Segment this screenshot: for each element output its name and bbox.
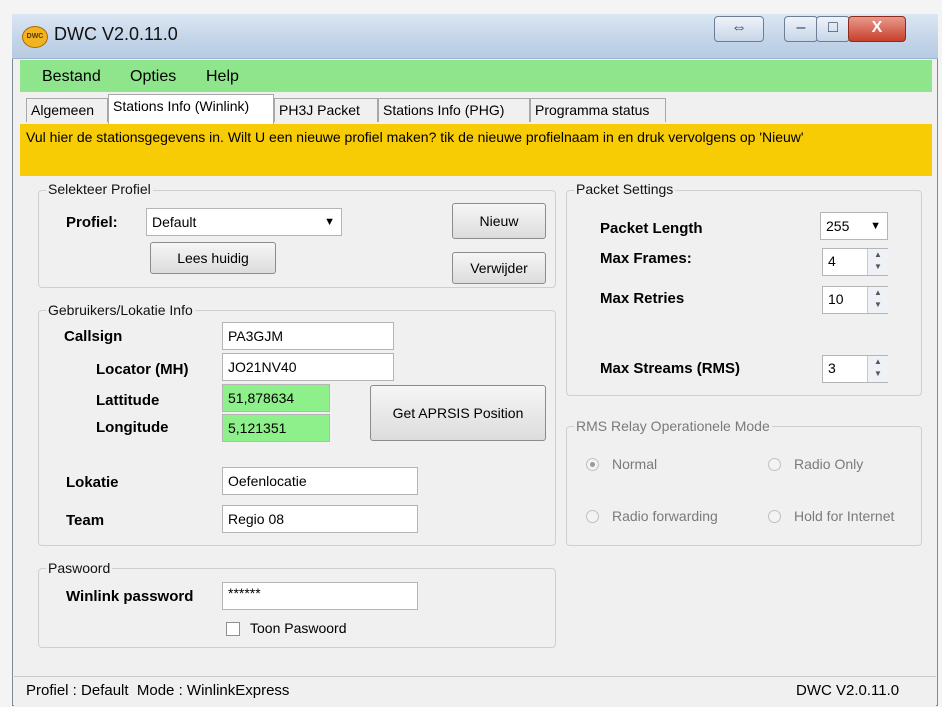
winlink-password-label: Winlink password [66, 588, 194, 605]
menu-help[interactable]: Help [206, 68, 239, 86]
user-location-group-label: Gebruikers/Lokatie Info [46, 302, 195, 318]
app-logo-icon: DWC [22, 26, 48, 48]
tab-ph3j-packet[interactable]: PH3J Packet [274, 98, 378, 122]
get-aprsis-position-button[interactable]: Get APRSIS Position [370, 385, 546, 441]
max-retries-label: Max Retries [600, 290, 685, 307]
packet-length-select[interactable]: 255 ▼ [820, 212, 888, 240]
max-retries-value: 10 [828, 291, 844, 307]
password-group-label: Paswoord [46, 560, 113, 576]
longitude-field[interactable]: 5,121351 [222, 414, 330, 442]
stepper-arrows-icon[interactable]: ▲ ▼ [867, 287, 888, 313]
packet-settings-group-label: Packet Settings [574, 181, 676, 197]
callsign-field[interactable]: PA3GJM [222, 322, 394, 350]
show-password-checkbox[interactable] [226, 622, 240, 636]
radio-hold-for-internet-label: Hold for Internet [794, 508, 895, 524]
info-banner-text: Vul hier de stationsgegevens in. Wilt U … [26, 129, 804, 145]
chevron-down-icon: ▼ [324, 216, 335, 228]
delete-profile-button[interactable]: Verwijder [452, 252, 546, 284]
window-title: DWC V2.0.11.0 [54, 24, 178, 44]
radio-radio-only-label: Radio Only [794, 456, 864, 472]
location-field[interactable]: Oefenlocatie [222, 467, 418, 495]
max-streams-value: 3 [828, 360, 836, 376]
longitude-label: Longitude [96, 419, 169, 436]
max-frames-value: 4 [828, 253, 836, 269]
close-button[interactable]: X [848, 16, 906, 42]
latitude-field[interactable]: 51,878634 [222, 384, 330, 412]
team-label: Team [66, 512, 105, 529]
location-label: Lokatie [66, 474, 119, 491]
tab-algemeen[interactable]: Algemeen [26, 98, 108, 122]
profile-label: Profiel: [66, 214, 118, 231]
locator-label: Locator (MH) [96, 361, 189, 378]
profile-select-value: Default [152, 214, 197, 230]
rms-relay-group-label: RMS Relay Operationele Mode [574, 418, 772, 434]
read-current-button[interactable]: Lees huidig [150, 242, 276, 274]
latitude-label: Lattitude [96, 392, 160, 409]
show-password-label: Toon Paswoord [250, 620, 347, 636]
resize-arrows-icon[interactable]: ⇔ [714, 16, 764, 42]
radio-normal-label: Normal [612, 456, 658, 472]
winlink-password-field[interactable]: ****** [222, 582, 418, 610]
radio-normal[interactable] [586, 458, 599, 471]
max-streams-stepper[interactable]: 3 ▲ ▼ [822, 355, 888, 383]
tab-programma-status[interactable]: Programma status [530, 98, 666, 122]
status-left-text: Profiel : Default Mode : WinlinkExpress [26, 682, 290, 699]
rms-relay-group [566, 426, 922, 546]
radio-radio-forwarding-label: Radio forwarding [612, 508, 718, 524]
new-profile-button[interactable]: Nieuw [452, 203, 546, 239]
locator-field[interactable]: JO21NV40 [222, 353, 394, 381]
status-version-text: DWC V2.0.11.0 [796, 682, 900, 699]
tab-stations-info-phg[interactable]: Stations Info (PHG) [378, 98, 530, 122]
radio-hold-for-internet[interactable] [768, 510, 781, 523]
maximize-button[interactable]: □ [816, 16, 850, 42]
packet-length-value: 255 [826, 218, 850, 234]
stepper-arrows-icon[interactable]: ▲ ▼ [867, 356, 888, 382]
tab-stations-info-winlink[interactable]: Stations Info (Winlink) [108, 94, 274, 124]
callsign-label: Callsign [64, 328, 123, 345]
max-streams-label: Max Streams (RMS) [600, 360, 741, 377]
menu-opties[interactable]: Opties [130, 68, 176, 86]
profile-select[interactable]: Default ▼ [146, 208, 342, 236]
profile-group-label: Selekteer Profiel [46, 181, 153, 197]
stepper-arrows-icon[interactable]: ▲ ▼ [867, 249, 888, 275]
max-frames-label: Max Frames: [600, 250, 692, 267]
radio-radio-only[interactable] [768, 458, 781, 471]
max-frames-stepper[interactable]: 4 ▲ ▼ [822, 248, 888, 276]
team-field[interactable]: Regio 08 [222, 505, 418, 533]
max-retries-stepper[interactable]: 10 ▲ ▼ [822, 286, 888, 314]
minimize-button[interactable]: – [784, 16, 818, 42]
packet-length-label: Packet Length [600, 220, 703, 237]
radio-radio-forwarding[interactable] [586, 510, 599, 523]
chevron-down-icon: ▼ [870, 220, 881, 232]
menu-bestand[interactable]: Bestand [42, 68, 101, 86]
